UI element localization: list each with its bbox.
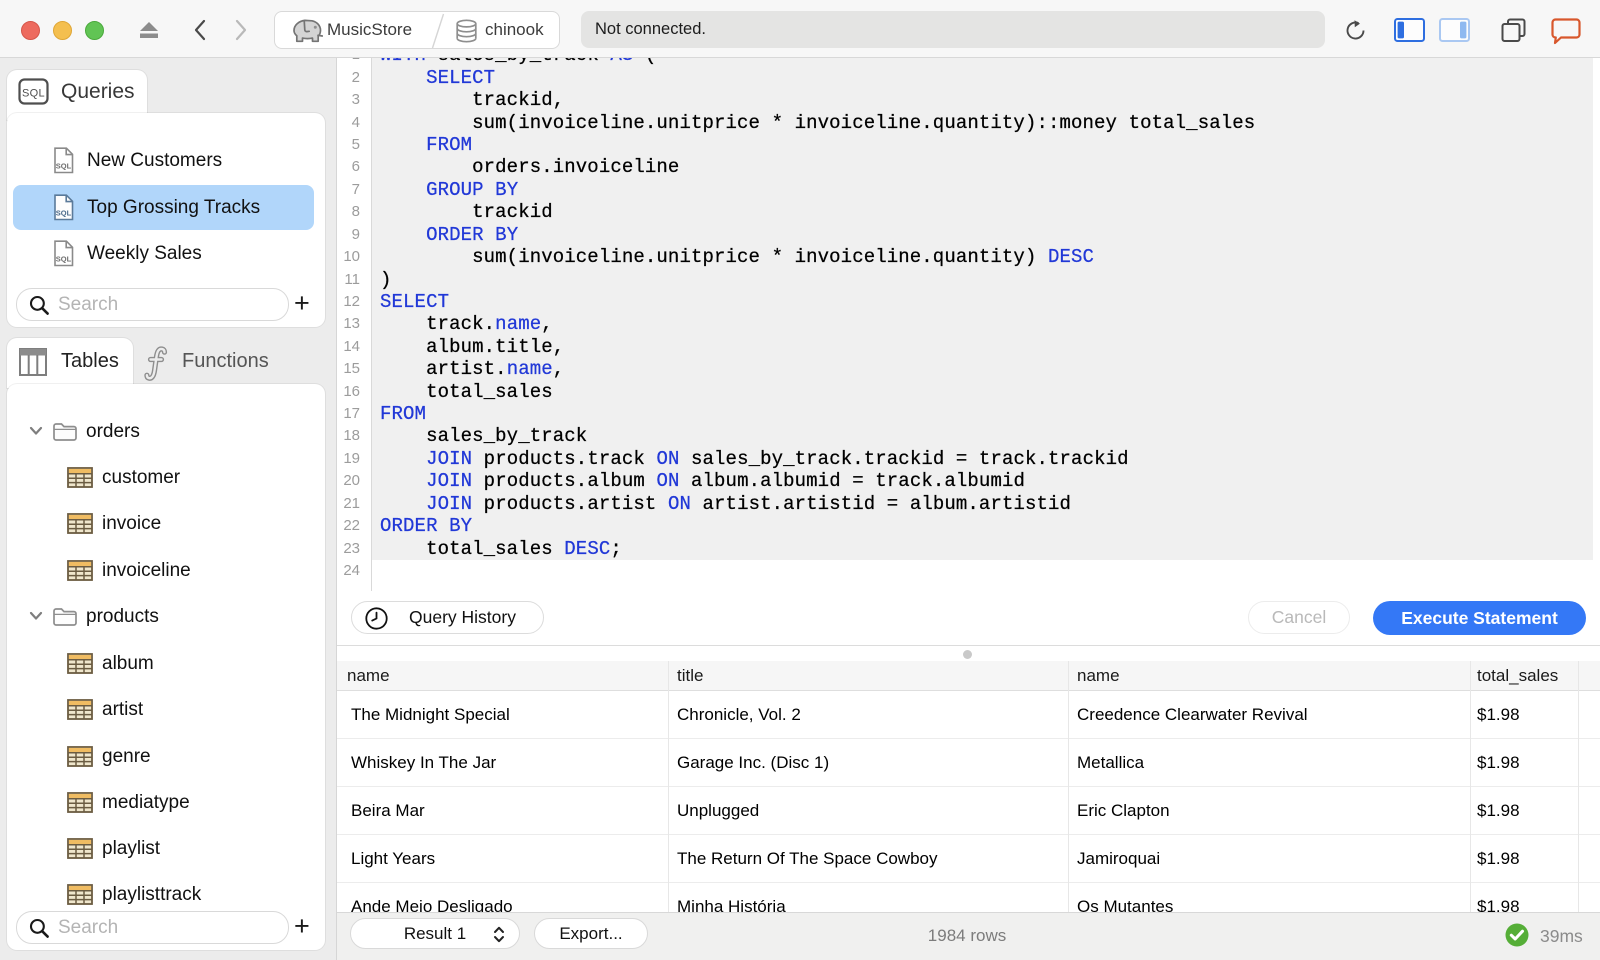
svg-text:SQL: SQL xyxy=(22,88,45,100)
svg-text:SQL: SQL xyxy=(56,209,72,218)
svg-text:SQL: SQL xyxy=(56,255,72,264)
svg-text:SQL: SQL xyxy=(56,162,72,171)
